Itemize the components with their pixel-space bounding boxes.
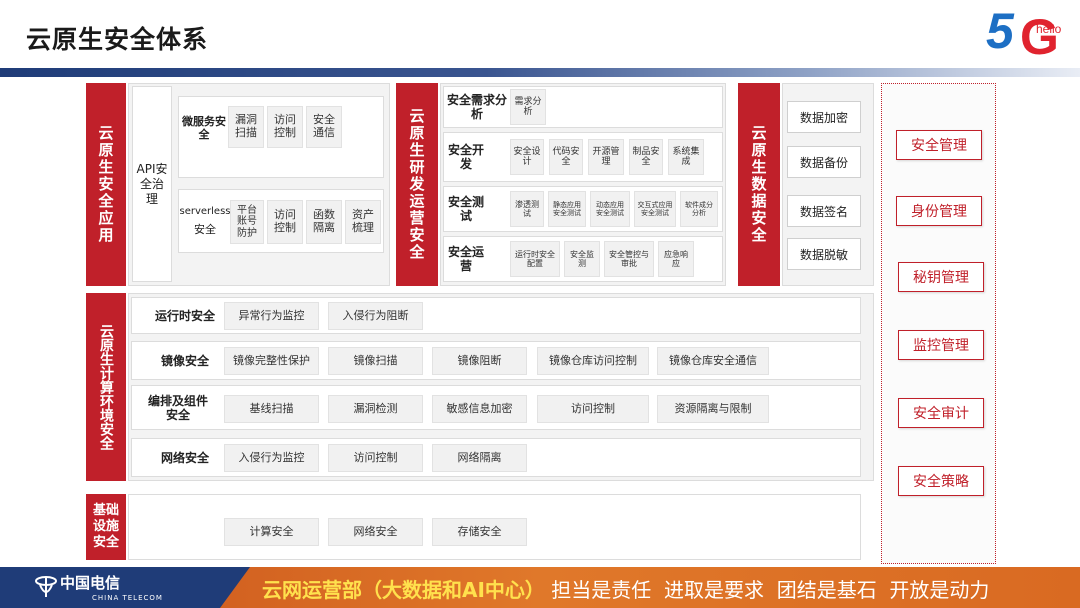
devops-security-label: 云原生研发运营安全: [407, 108, 426, 261]
vuln-scan-chip: 漏洞扫描: [228, 106, 264, 148]
compute-chip: 镜像阻断: [432, 347, 527, 375]
infra-chip: 计算安全: [224, 518, 319, 546]
devops-chip: 交互式应用安全测试: [634, 191, 676, 227]
logo-g-mark: G: [1020, 9, 1059, 65]
devops-chip: 软件成分分析: [680, 191, 718, 227]
api-security-governance: API安全治理: [132, 86, 172, 282]
logo-hello-text: hello: [1036, 22, 1062, 36]
devops-chip: 运行时安全配置: [510, 241, 560, 277]
compute-security-bar: 云原生计算环境安全: [86, 293, 126, 481]
compute-security-label: 云原生计算环境安全: [98, 324, 114, 450]
compute-chip: 访问控制: [328, 444, 423, 472]
footer-slogan-highlight: 云网运营部（大数据和AI中心）: [262, 578, 545, 602]
compute-row-label: 网络安全: [160, 450, 209, 465]
compute-row-label: 运行时安全: [154, 308, 215, 323]
asset-inventory-chip: 资产梳理: [345, 200, 381, 244]
china-telecom-logo-icon: [35, 576, 57, 597]
footer-slogan-rest: 担当是责任 进取是要求 团结是基石 开放是动力: [551, 578, 990, 602]
compute-chip: 入侵行为监控: [224, 444, 319, 472]
footer-brand-name: 中国电信: [60, 574, 121, 592]
data-security-label: 云原生数据安全: [749, 125, 768, 244]
data-masking-chip: 数据脱敏: [787, 238, 861, 270]
devops-row-label: 安全测试: [447, 194, 484, 223]
identity-management-item: 身份管理: [896, 196, 982, 226]
devops-chip: 静态应用安全测试: [548, 191, 586, 227]
devops-row-label: 安全需求分析: [447, 92, 508, 121]
compute-chip: 镜像完整性保护: [224, 347, 319, 375]
infra-chip: 网络安全: [328, 518, 423, 546]
devops-chip: 代码安全: [549, 139, 583, 175]
infra-security-label: 基础设施安全: [92, 502, 119, 551]
devops-chip: 渗透测试: [510, 191, 544, 227]
infra-security-bar: 基础设施安全: [86, 494, 126, 560]
compute-chip: 镜像仓库安全通信: [657, 347, 769, 375]
data-security-bar: 云原生数据安全: [738, 83, 780, 286]
compute-chip: 镜像扫描: [328, 347, 423, 375]
compute-row-label: 编排及组件安全: [147, 393, 208, 422]
microservice-security-label: 微服务安全: [182, 114, 226, 141]
serverless-label-en: serverless: [179, 206, 231, 217]
devops-chip: 安全监测: [564, 241, 600, 277]
compute-chip: 网络隔离: [432, 444, 527, 472]
devops-row-label: 安全运营: [447, 244, 484, 273]
footer-slogan: 云网运营部（大数据和AI中心） 担当是责任 进取是要求 团结是基石 开放是动力: [262, 574, 989, 603]
devops-chip: 安全设计: [510, 139, 544, 175]
devops-security-bar: 云原生研发运营安全: [396, 83, 438, 286]
header-bar: [0, 68, 1080, 77]
serverless-label: 安全: [194, 223, 216, 237]
devops-chip: 制品安全: [629, 139, 663, 175]
compute-chip: 敏感信息加密: [432, 395, 527, 423]
compute-row-label: 镜像安全: [160, 353, 209, 368]
app-security-label: 云原生安全应用: [96, 125, 115, 244]
devops-chip: 动态应用安全测试: [590, 191, 630, 227]
serverless-access-control-chip: 访问控制: [267, 200, 303, 244]
compute-chip: 镜像仓库访问控制: [537, 347, 649, 375]
infra-chip: 存储安全: [432, 518, 527, 546]
secure-comm-chip: 安全通信: [306, 106, 342, 148]
data-backup-chip: 数据备份: [787, 146, 861, 178]
app-security-bar: 云原生安全应用: [86, 83, 126, 286]
compute-chip: 基线扫描: [224, 395, 319, 423]
logo-5-mark: 5: [986, 3, 1014, 59]
security-management-item: 安全管理: [896, 130, 982, 160]
devops-row-label: 安全开发: [447, 142, 484, 171]
page-title: 云原生安全体系: [26, 25, 209, 54]
devops-chip: 安全管控与审批: [604, 241, 654, 277]
5g-hello-logo: 5 G hello: [984, 3, 1072, 66]
compute-chip: 漏洞检测: [328, 395, 423, 423]
monitoring-management-item: 监控管理: [898, 330, 984, 360]
security-audit-item: 安全审计: [898, 398, 984, 428]
data-signature-chip: 数据签名: [787, 195, 861, 227]
key-management-item: 秘钥管理: [898, 262, 984, 292]
compute-chip: 异常行为监控: [224, 302, 319, 330]
devops-chip: 系统集成: [668, 139, 704, 175]
function-isolation-chip: 函数隔离: [306, 200, 342, 244]
security-policy-item: 安全策略: [898, 466, 984, 496]
compute-chip: 资源隔离与限制: [657, 395, 769, 423]
devops-chip: 应急响应: [658, 241, 694, 277]
devops-chip: 需求分析: [510, 89, 546, 125]
compute-chip: 访问控制: [537, 395, 649, 423]
access-control-chip: 访问控制: [267, 106, 303, 148]
compute-chip: 入侵行为阻断: [328, 302, 423, 330]
data-encryption-chip: 数据加密: [787, 101, 861, 133]
devops-chip: 开源管理: [588, 139, 624, 175]
footer-brand-en: CHINA TELECOM: [92, 594, 163, 602]
platform-account-chip: 平台账号防护: [230, 200, 264, 244]
